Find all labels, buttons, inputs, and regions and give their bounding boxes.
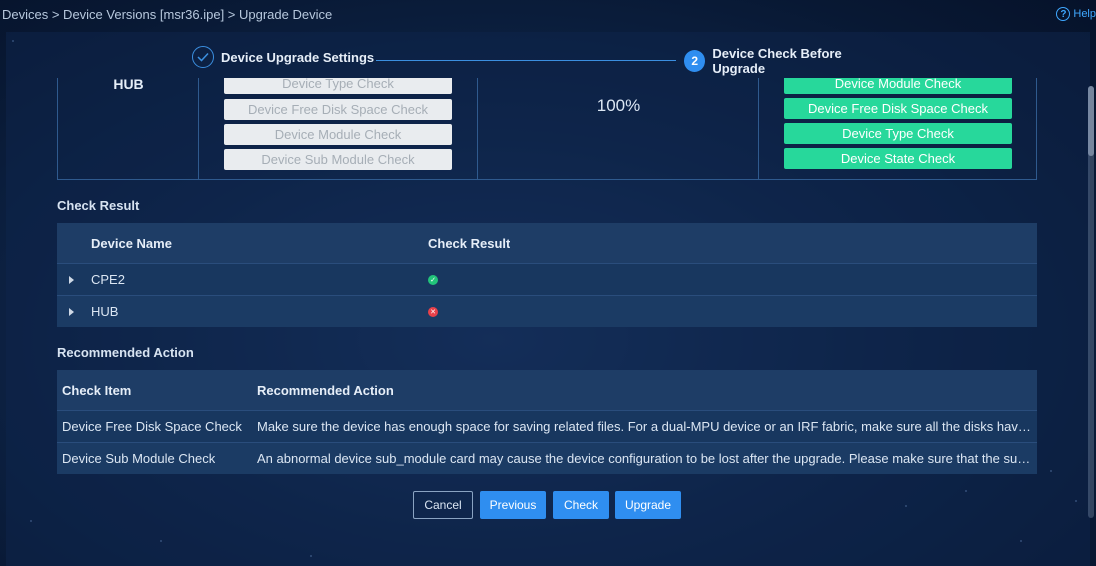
recommended-action-title: Recommended Action [57, 345, 194, 360]
table-header: Device Name Check Result [57, 223, 1037, 263]
pending-checks-column: Device Type Check Device Free Disk Space… [199, 78, 478, 179]
vertical-scrollbar[interactable] [1088, 86, 1094, 518]
passed-check-item: Device Module Check [784, 78, 1012, 94]
help-link[interactable]: ? Help [1056, 7, 1096, 21]
top-bar: Devices > Device Versions [msr36.ipe] > … [0, 0, 1096, 30]
step-label: Device Upgrade Settings [221, 49, 375, 65]
recommended-action-text: Make sure the device has enough space fo… [257, 418, 1032, 434]
recommended-action-cell: Make sure the device has enough space fo… [257, 411, 1032, 442]
previous-button[interactable]: Previous [480, 491, 546, 519]
table-row[interactable]: CPE2 ✓ [57, 263, 1037, 295]
check-button[interactable]: Check [553, 491, 609, 519]
check-progress: 100% [596, 96, 641, 115]
passed-checks-column: Device Module Check Device Free Disk Spa… [759, 78, 1036, 179]
help-icon: ? [1056, 7, 1071, 21]
passed-check-item: Device Type Check [784, 123, 1012, 144]
passed-check-item: Device State Check [784, 148, 1012, 169]
recommended-action-table: Check Item Recommended Action Device Fre… [57, 370, 1037, 474]
pending-check-item: Device Sub Module Check [224, 149, 452, 170]
recommended-action-cell: An abnormal device sub_module card may c… [257, 443, 1032, 474]
column-header-check-item[interactable]: Check Item [62, 370, 131, 410]
table-row[interactable]: HUB ✕ [57, 295, 1037, 327]
device-name-cell: HUB [91, 304, 119, 319]
expand-caret-icon[interactable] [69, 264, 74, 295]
column-header-device-name[interactable]: Device Name [91, 223, 172, 263]
check-result-table: Device Name Check Result CPE2 ✓ HUB ✕ [57, 223, 1037, 327]
step-indicator: Device Upgrade Settings 2 Device Check B… [192, 46, 892, 76]
expand-caret-icon[interactable] [69, 296, 74, 327]
upgrade-check-table: HUB Device Type Check Device Free Disk S… [57, 78, 1037, 180]
table-header: Check Item Recommended Action [57, 370, 1037, 410]
column-header-check-result[interactable]: Check Result [428, 223, 510, 263]
step-device-upgrade-settings: Device Upgrade Settings [192, 46, 374, 68]
check-item-cell: Device Free Disk Space Check [62, 419, 242, 434]
step-done-check-icon [192, 46, 214, 68]
pending-check-item: Device Free Disk Space Check [224, 99, 452, 120]
pending-check-item: Device Module Check [224, 124, 452, 145]
error-x-icon: ✕ [428, 306, 438, 317]
device-name-cell: CPE2 [91, 272, 125, 287]
table-row: Device Sub Module Check An abnormal devi… [57, 442, 1037, 474]
scrollbar-thumb[interactable] [1088, 86, 1094, 156]
check-result-cell: ✕ [428, 296, 438, 327]
upgrade-button[interactable]: Upgrade [615, 491, 681, 519]
step-connector [376, 60, 676, 61]
step-label: Device Check Before Upgrade [712, 46, 842, 76]
table-row: Device Free Disk Space Check Make sure t… [57, 410, 1037, 442]
device-column: HUB [58, 78, 199, 179]
recommended-action-text: An abnormal device sub_module card may c… [257, 450, 1032, 466]
column-header-recommended-action[interactable]: Recommended Action [257, 370, 394, 410]
device-name: HUB [113, 78, 144, 92]
success-check-icon: ✓ [428, 274, 438, 285]
check-item-cell: Device Sub Module Check [62, 451, 216, 466]
progress-column: 100% [478, 78, 759, 179]
check-result-cell: ✓ [428, 264, 438, 295]
check-result-title: Check Result [57, 198, 140, 213]
step-device-check-before-upgrade: 2 Device Check Before Upgrade [684, 46, 892, 76]
cancel-button[interactable]: Cancel [413, 491, 473, 519]
passed-check-item: Device Free Disk Space Check [784, 98, 1012, 119]
step-number: 2 [684, 50, 706, 72]
help-label: Help [1073, 8, 1096, 20]
pending-check-item: Device Type Check [224, 78, 452, 94]
breadcrumb[interactable]: Devices > Device Versions [msr36.ipe] > … [2, 7, 332, 22]
